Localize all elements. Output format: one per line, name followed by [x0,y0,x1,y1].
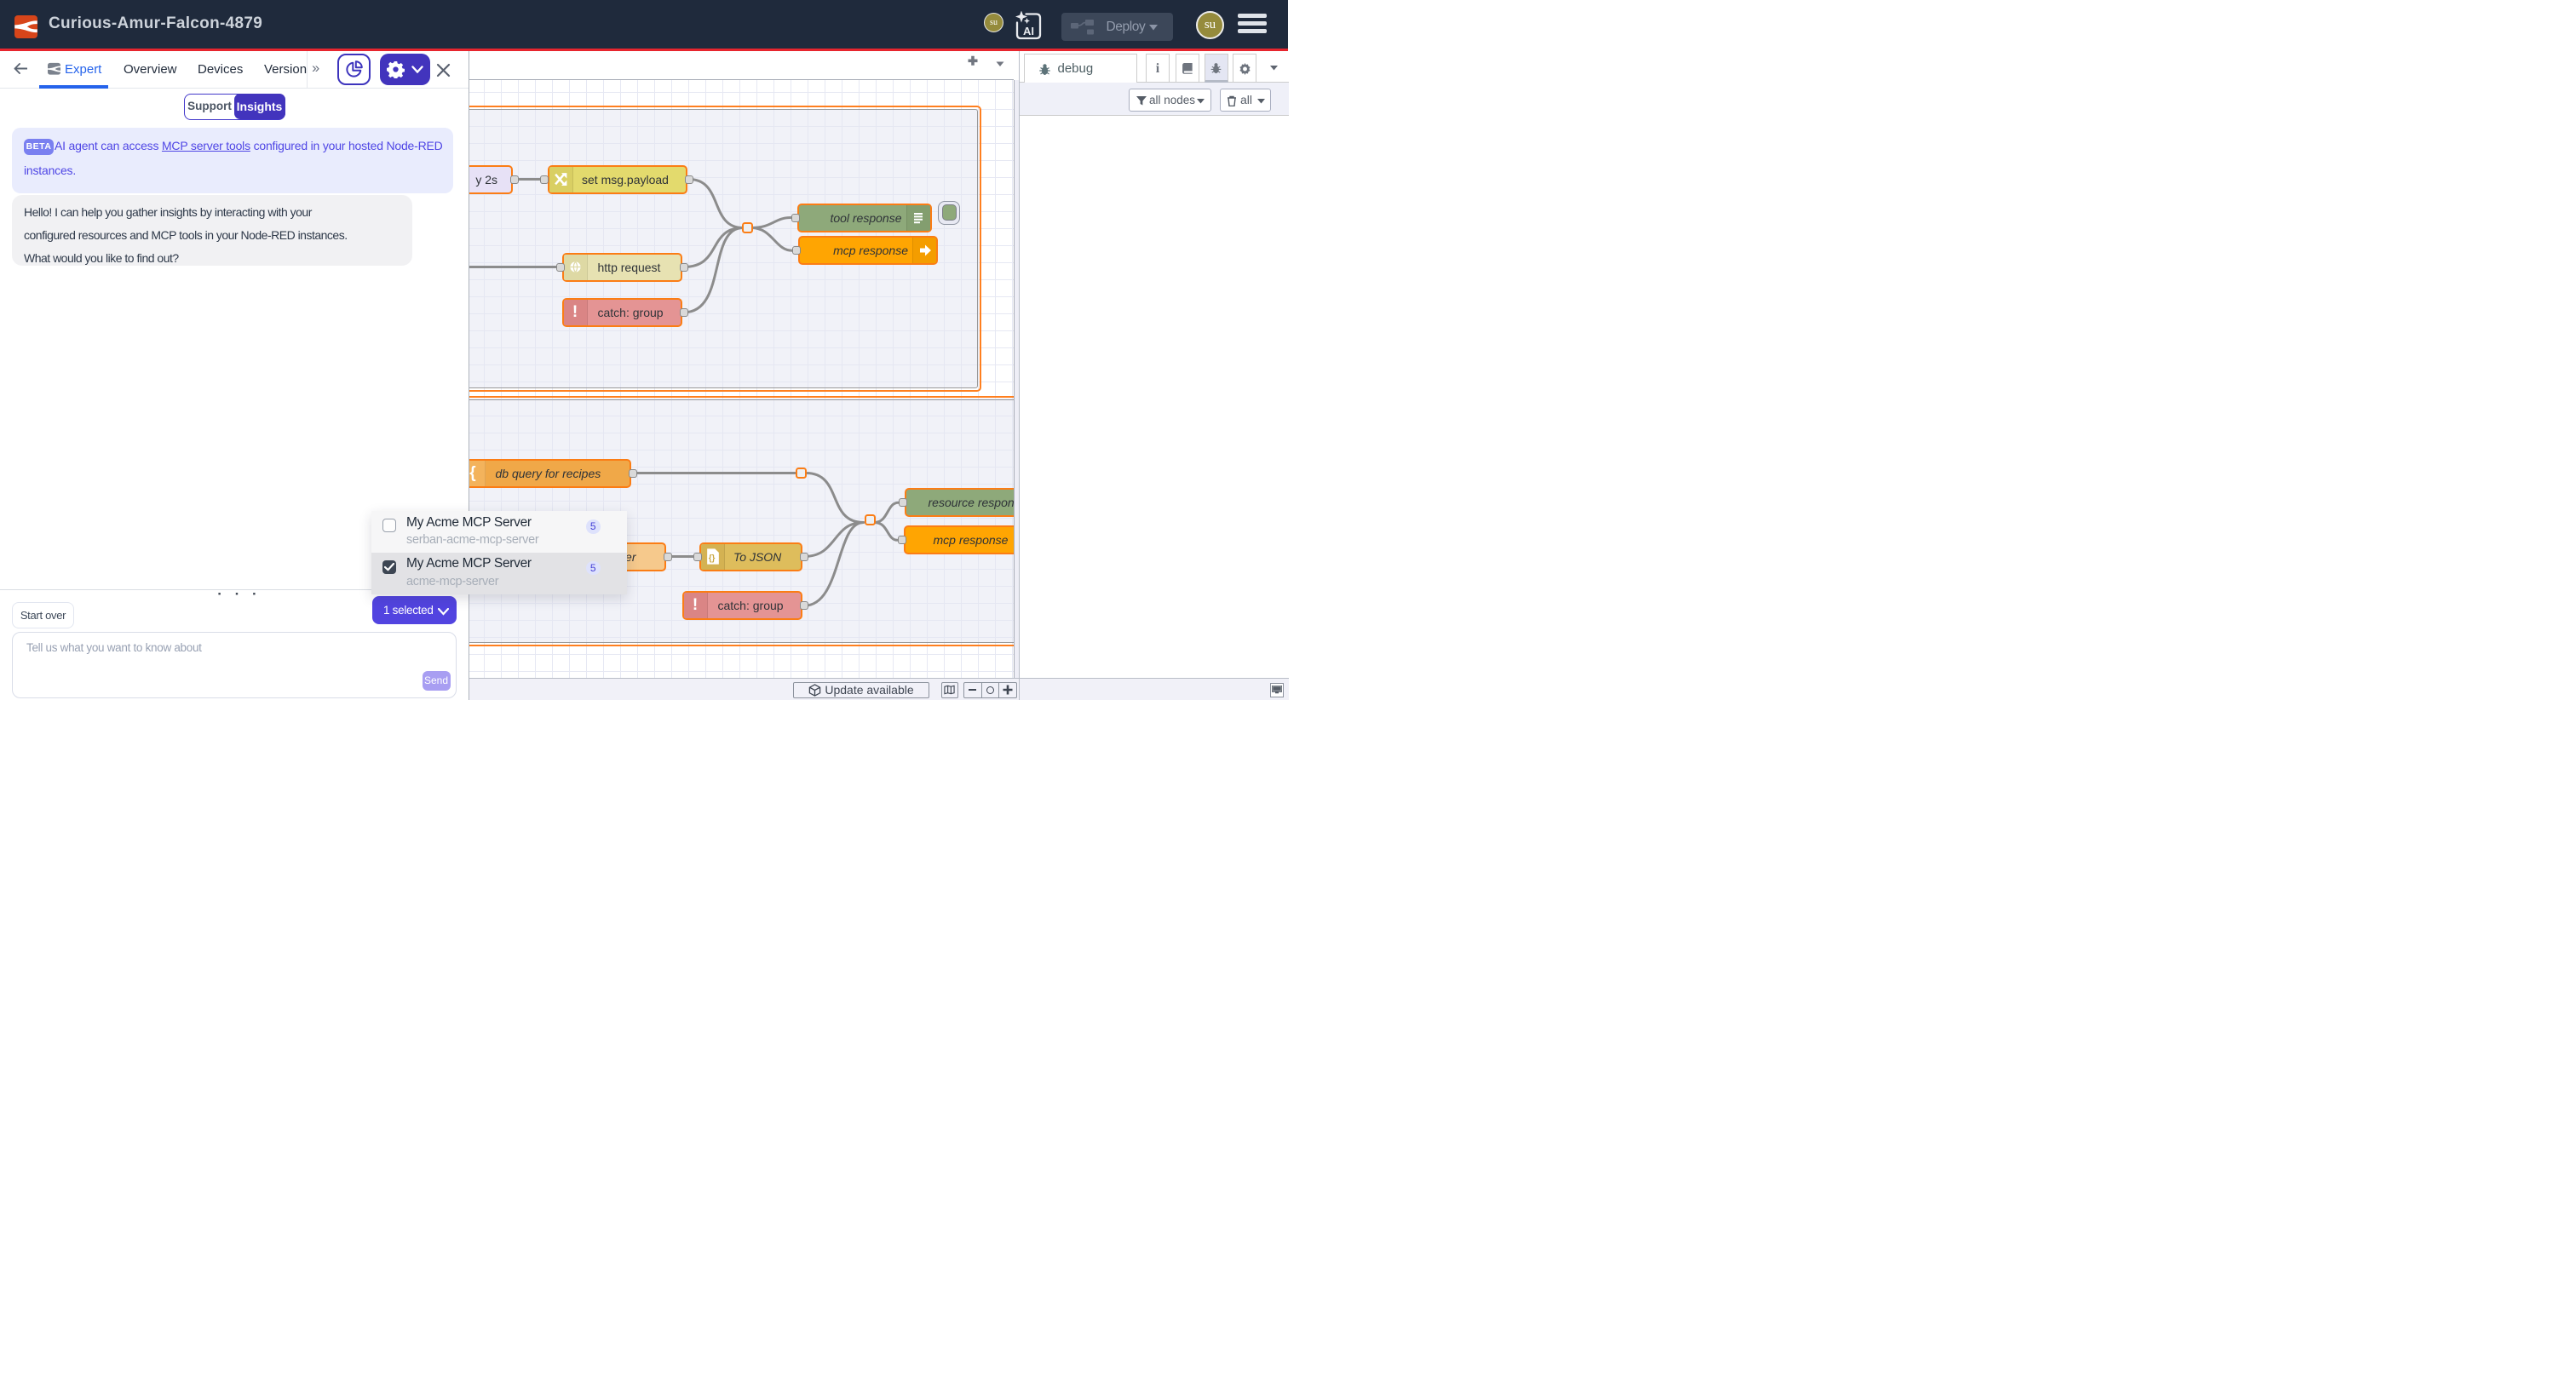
svg-text:{}: {} [708,554,715,564]
svg-text:AI: AI [1023,25,1034,37]
